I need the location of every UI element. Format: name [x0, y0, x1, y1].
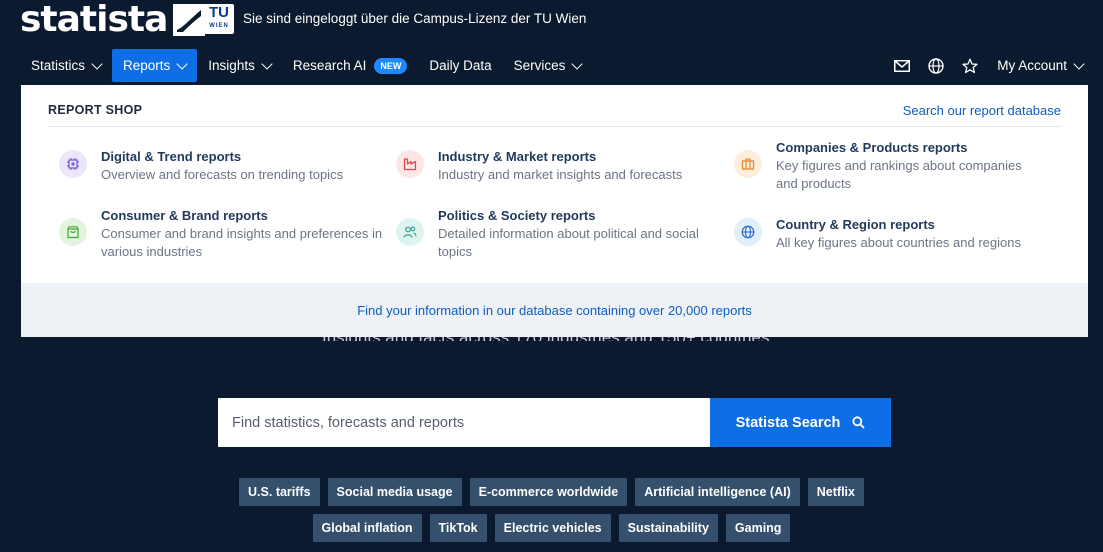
- statista-search-button[interactable]: Statista Search: [710, 398, 891, 447]
- new-badge: NEW: [374, 57, 408, 74]
- reports-dropdown-panel: REPORT SHOP Search our report database D…: [21, 85, 1088, 337]
- card-desc: Consumer and brand insights and preferen…: [101, 226, 383, 259]
- report-shop-heading: REPORT SHOP: [48, 103, 143, 117]
- search-button-label: Statista Search: [735, 414, 841, 431]
- tag-artificial-intelligence[interactable]: Artificial intelligence (AI): [635, 478, 800, 506]
- people-icon: [396, 218, 424, 246]
- tu-wien-logo: TU WIEN: [204, 4, 234, 34]
- card-title: Country & Region reports: [776, 217, 935, 232]
- search-input[interactable]: [218, 398, 710, 447]
- factory-icon: [396, 150, 424, 178]
- card-desc: Key figures and rankings about companies…: [776, 158, 1022, 191]
- nav-label: Daily Data: [429, 58, 492, 73]
- chip-icon: [59, 150, 87, 178]
- popular-tags-row-1: U.S. tariffs Social media usage E-commer…: [0, 478, 1103, 506]
- nav-daily-data[interactable]: Daily Data: [418, 49, 502, 82]
- card-consumer-brand-reports[interactable]: Consumer & Brand reports Consumer and br…: [59, 207, 386, 261]
- briefcase-icon: [734, 150, 762, 178]
- report-database-footer-link[interactable]: Find your information in our database co…: [21, 283, 1088, 337]
- account-label: My Account: [997, 58, 1067, 73]
- globe-icon: [734, 218, 762, 246]
- card-title: Consumer & Brand reports: [101, 208, 268, 223]
- card-desc: All key figures about countries and regi…: [776, 235, 1021, 250]
- card-title: Industry & Market reports: [438, 149, 597, 164]
- top-bar: statista TU WIEN Sie sind eingeloggt übe…: [0, 0, 1103, 40]
- card-title: Digital & Trend reports: [101, 149, 242, 164]
- card-desc: Overview and forecasts on trending topic…: [101, 167, 344, 182]
- popular-tags-row-2: Global inflation TikTok Electric vehicle…: [0, 514, 1103, 542]
- nav-right: My Account: [885, 49, 1085, 82]
- search-box: [218, 398, 710, 447]
- nav-services[interactable]: Services: [503, 49, 593, 82]
- nav-insights[interactable]: Insights: [197, 49, 282, 82]
- chevron-down-icon: [1073, 57, 1085, 70]
- nav-label: Statistics: [31, 58, 86, 73]
- globe-icon[interactable]: [919, 49, 953, 82]
- card-companies-products-reports[interactable]: Companies & Products reports Key figures…: [734, 139, 1046, 193]
- card-politics-society-reports[interactable]: Politics & Society reports Detailed info…: [396, 207, 723, 261]
- nav-label: Reports: [123, 58, 171, 73]
- card-country-region-reports[interactable]: Country & Region reports All key figures…: [734, 216, 1046, 252]
- tag-netflix[interactable]: Netflix: [807, 478, 864, 506]
- nav-label: Research AI: [292, 58, 367, 73]
- divider: [48, 126, 1061, 127]
- tag-electric-vehicles[interactable]: Electric vehicles: [494, 514, 611, 542]
- star-icon[interactable]: [953, 49, 987, 82]
- card-title: Companies & Products reports: [776, 140, 968, 155]
- nav-reports[interactable]: Reports: [112, 49, 198, 82]
- card-digital-trend-reports[interactable]: Digital & Trend reports Overview and for…: [59, 148, 386, 184]
- shopping-bag-icon: [59, 218, 87, 246]
- chevron-down-icon: [91, 57, 103, 70]
- tag-us-tariffs[interactable]: U.S. tariffs: [239, 478, 320, 506]
- logo-mark-icon: [173, 4, 206, 36]
- tag-tiktok[interactable]: TikTok: [429, 514, 487, 542]
- nav-label: Services: [513, 58, 566, 73]
- card-desc: Detailed information about political and…: [438, 226, 699, 259]
- card-industry-market-reports[interactable]: Industry & Market reports Industry and m…: [396, 148, 723, 184]
- tag-social-media-usage[interactable]: Social media usage: [327, 478, 462, 506]
- my-account-menu[interactable]: My Account: [987, 57, 1085, 73]
- nav-statistics[interactable]: Statistics: [20, 49, 112, 82]
- nav-research-ai[interactable]: Research AI NEW: [282, 49, 419, 82]
- tu-logo-sub: WIEN: [209, 23, 229, 29]
- main-nav: Statistics Reports Insights Research AI …: [20, 49, 592, 82]
- nav-label: Insights: [208, 58, 255, 73]
- tag-global-inflation[interactable]: Global inflation: [312, 514, 422, 542]
- campus-notice: Sie sind eingeloggt über die Campus-Lize…: [243, 11, 587, 26]
- tag-e-commerce-worldwide[interactable]: E-commerce worldwide: [469, 478, 628, 506]
- logo-text: statista: [20, 0, 168, 40]
- chevron-down-icon: [571, 57, 584, 70]
- search-report-database-link[interactable]: Search our report database: [903, 103, 1061, 118]
- card-title: Politics & Society reports: [438, 208, 596, 223]
- tag-sustainability[interactable]: Sustainability: [618, 514, 718, 542]
- search-icon: [852, 416, 866, 429]
- card-desc: Industry and market insights and forecas…: [438, 167, 683, 182]
- chevron-down-icon: [176, 57, 188, 70]
- tag-gaming[interactable]: Gaming: [725, 514, 791, 542]
- statista-logo[interactable]: statista: [20, 0, 206, 40]
- mail-icon[interactable]: [885, 49, 919, 82]
- chevron-down-icon: [261, 57, 273, 70]
- tu-logo-main: TU: [209, 4, 229, 21]
